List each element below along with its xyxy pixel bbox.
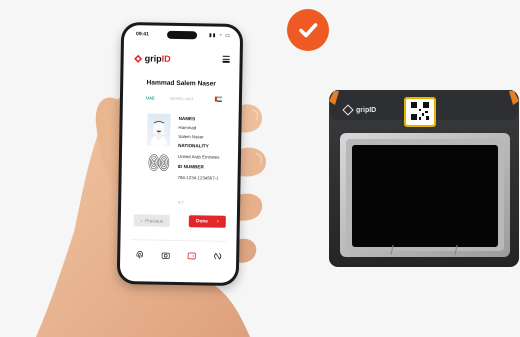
- previous-button[interactable]: ‹ Previous: [133, 214, 170, 227]
- device-brand-text: gripID: [356, 106, 377, 114]
- id-tabs: UAE Identity card: [123, 94, 239, 104]
- phone: 09:41 ▮▮ ◔ ▭ gripID Hammad Salem Naser U…: [116, 21, 244, 287]
- tab-camera[interactable]: [159, 249, 171, 261]
- chevron-right-icon: ›: [216, 219, 219, 225]
- fingerprint-icon: [135, 250, 143, 258]
- wallet-icon: [187, 252, 196, 259]
- tab-nfc[interactable]: [211, 250, 223, 262]
- tabbar-divider: [130, 239, 227, 242]
- scene: 09:41 ▮▮ ◔ ▭ gripID Hammad Salem Naser U…: [0, 0, 520, 337]
- gripid-logo: gripID: [134, 53, 171, 64]
- uae-flag-icon: [214, 96, 222, 102]
- phone-screen: 09:41 ▮▮ ◔ ▭ gripID Hammad Salem Naser U…: [119, 25, 241, 284]
- tab-fingerprint[interactable]: [133, 248, 145, 260]
- previous-label: Previous: [145, 217, 164, 224]
- nationality-value: United Arab Emirates: [177, 153, 220, 160]
- tab-document-type[interactable]: Identity card: [170, 96, 193, 101]
- nationality-label: NATIONALITY: [178, 142, 209, 149]
- status-bar: 09:41 ▮▮ ◔ ▭: [124, 29, 240, 41]
- menu-icon[interactable]: [222, 55, 230, 64]
- fingerprint-image: [148, 154, 170, 172]
- device-brand-label: gripID: [342, 104, 377, 116]
- tab-bar: [120, 248, 236, 262]
- app-header: gripID: [124, 51, 240, 67]
- names-label: NAMES: [178, 115, 196, 122]
- first-name-value: Hammad: [178, 124, 197, 131]
- device-logo-icon: [342, 104, 354, 116]
- scanner-device: [329, 90, 519, 267]
- last-name-value: Salem Naser: [178, 133, 204, 140]
- mrz-hint: ET: [178, 199, 184, 206]
- signal-battery-icon: ▮▮ ◔ ▭: [208, 32, 232, 39]
- camera-icon: [161, 252, 170, 259]
- chevron-left-icon: ‹: [140, 217, 143, 223]
- logo-prefix: grip: [144, 53, 162, 64]
- nfc-icon: [213, 252, 221, 259]
- person-name: Hammad Salem Naser: [146, 79, 216, 88]
- id-number-label: ID NUMBER: [177, 163, 204, 170]
- logo-accent: ID: [161, 53, 171, 64]
- gripid-logo-icon: [134, 54, 143, 63]
- id-number-value: 784-1234-1234567-1: [177, 174, 219, 181]
- tab-country[interactable]: UAE: [146, 95, 155, 100]
- done-label: Done: [195, 218, 209, 225]
- done-button[interactable]: Done ›: [188, 215, 226, 228]
- dynamic-island: [166, 30, 198, 40]
- tab-wallet[interactable]: [185, 249, 197, 261]
- portrait-photo: [147, 113, 171, 146]
- status-time: 09:41: [136, 31, 149, 38]
